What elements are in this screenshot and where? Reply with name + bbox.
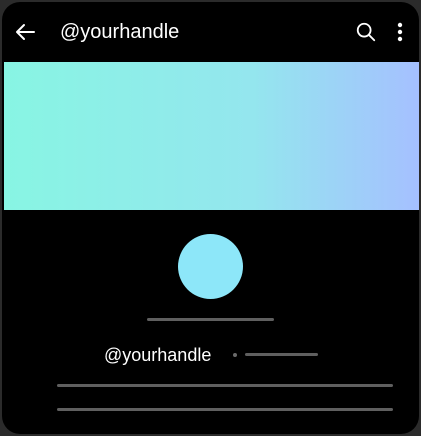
search-icon (356, 22, 376, 42)
profile-banner (4, 62, 419, 210)
profile-screen: @yourhandle @yourhandle (2, 2, 419, 434)
handle-row: @yourhandle (104, 344, 211, 366)
separator-dot (233, 353, 237, 357)
app-bar: @yourhandle (2, 2, 419, 62)
avatar[interactable] (178, 234, 243, 299)
back-button[interactable] (10, 16, 42, 48)
bio-placeholder-line (57, 408, 393, 411)
more-vertical-icon (397, 22, 403, 42)
name-placeholder (147, 318, 274, 321)
page-title: @yourhandle (60, 21, 180, 43)
profile-handle: @yourhandle (104, 345, 212, 365)
search-button[interactable] (350, 16, 382, 48)
bio-placeholder-line (57, 384, 393, 387)
meta-placeholder (245, 353, 318, 356)
arrow-left-icon (16, 24, 35, 40)
more-options-button[interactable] (386, 16, 414, 48)
